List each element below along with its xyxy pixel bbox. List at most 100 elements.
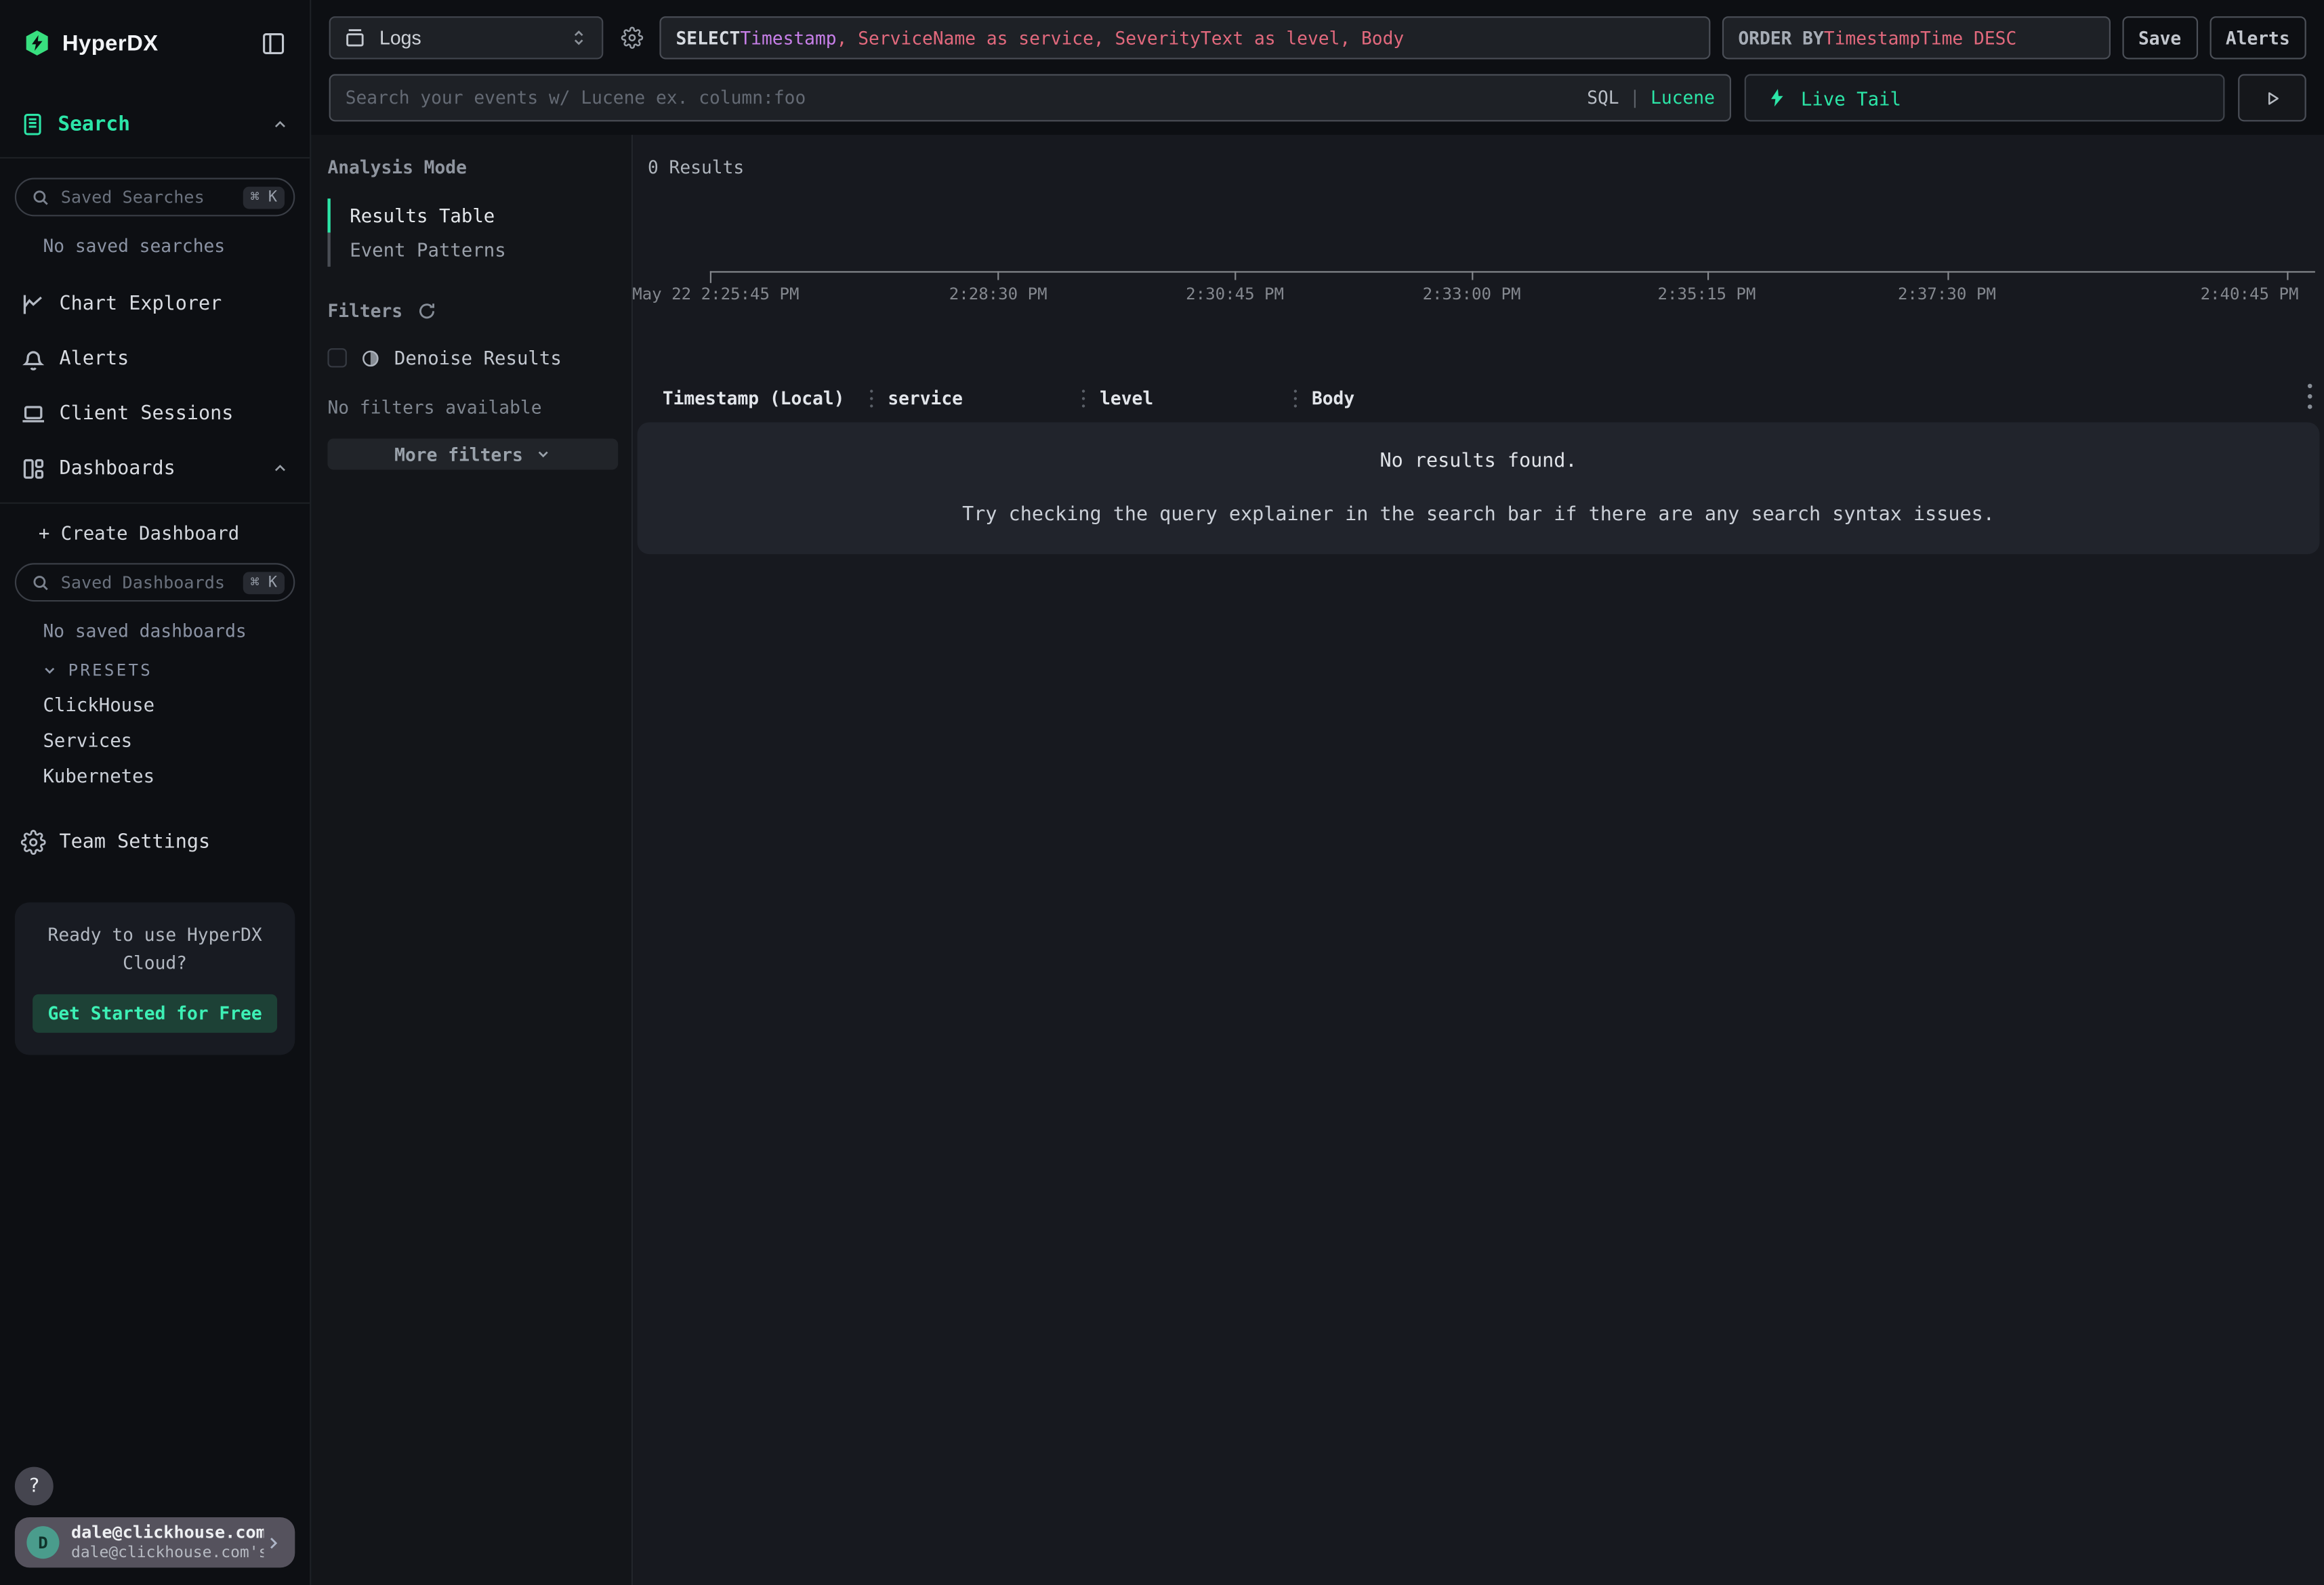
- sidebar-item-chart-explorer[interactable]: Chart Explorer: [0, 287, 310, 320]
- table-options-icon[interactable]: [2308, 384, 2312, 389]
- user-menu[interactable]: D dale@clickhouse.com dale@clickhouse.co…: [15, 1517, 295, 1567]
- filters-label: Filters: [327, 301, 402, 322]
- logs-source-icon: [344, 26, 367, 49]
- content: Analysis Mode Results Table Event Patter…: [311, 135, 2324, 1585]
- denoise-results-option[interactable]: Denoise Results: [327, 347, 618, 369]
- lightning-bolt-icon: [1767, 87, 1788, 108]
- saved-searches-input[interactable]: [61, 187, 243, 208]
- tab-event-patterns[interactable]: Event Patterns: [327, 232, 618, 266]
- denoise-checkbox[interactable]: [327, 348, 346, 367]
- empty-state-title: No results found.: [1379, 450, 1577, 473]
- sidebar-item-search[interactable]: Search: [0, 107, 310, 143]
- preset-kubernetes[interactable]: Kubernetes: [43, 765, 310, 787]
- nav-label: Dashboards: [60, 457, 175, 480]
- get-started-button[interactable]: Get Started for Free: [33, 994, 277, 1033]
- preset-services[interactable]: Services: [43, 729, 310, 751]
- presets-label: PRESETS: [68, 661, 152, 680]
- main-column: Logs SELECT Timestamp , ServiceName as s…: [311, 0, 2324, 1585]
- gear-icon: [620, 26, 642, 49]
- topbar: Logs SELECT Timestamp , ServiceName as s…: [311, 0, 2324, 135]
- mode-divider: |: [1630, 87, 1640, 108]
- results-table-header: Timestamp (Local) service level Body: [648, 381, 2324, 417]
- gear-icon: [21, 829, 46, 854]
- results-count: 0 Results: [648, 157, 2324, 178]
- axis-tick: [1707, 271, 1708, 280]
- time-axis: May 22 2:25:45 PM 2:28:30 PM 2:30:45 PM …: [633, 271, 2324, 318]
- empty-state-panel: No results found. Try checking the query…: [638, 422, 2320, 554]
- filters-panel: Analysis Mode Results Table Event Patter…: [311, 135, 633, 1585]
- source-settings-button[interactable]: [615, 26, 648, 49]
- mode-lucene[interactable]: Lucene: [1651, 87, 1715, 108]
- sidebar-bottom: ? D dale@clickhouse.com dale@clickhouse.…: [0, 1467, 310, 1585]
- axis-tick: [998, 271, 999, 280]
- shortcut-badge: ⌘ K: [243, 186, 285, 209]
- search-icon: [31, 572, 50, 591]
- axis-tick: [2287, 271, 2288, 280]
- laptop-icon: [21, 401, 46, 426]
- run-query-button[interactable]: [2238, 74, 2306, 121]
- tab-results-table[interactable]: Results Table: [327, 198, 618, 232]
- shortcut-badge: ⌘ K: [243, 571, 285, 593]
- refresh-icon[interactable]: [416, 301, 437, 322]
- cloud-promo-card: Ready to use HyperDX Cloud? Get Started …: [15, 902, 295, 1055]
- nav-label: Client Sessions: [60, 402, 234, 425]
- event-search-input[interactable]: [331, 87, 1730, 108]
- live-tail-button[interactable]: Live Tail: [1745, 74, 2225, 121]
- sidebar-item-team-settings[interactable]: Team Settings: [0, 825, 310, 858]
- help-button[interactable]: ?: [15, 1467, 54, 1506]
- chevron-down-icon: [535, 446, 551, 462]
- dashboard-grid-icon: [21, 456, 46, 481]
- hyperdx-logo-icon: [24, 30, 50, 56]
- analysis-mode-label: Analysis Mode: [327, 157, 618, 178]
- denoise-label: Denoise Results: [394, 347, 562, 369]
- divider: [0, 157, 310, 158]
- column-header-level[interactable]: level: [1085, 388, 1293, 409]
- column-header-timestamp[interactable]: Timestamp (Local): [648, 388, 870, 409]
- alerts-button[interactable]: Alerts: [2209, 16, 2306, 59]
- axis-tick-label: 2:33:00 PM: [1423, 284, 1521, 303]
- sidebar-item-alerts[interactable]: Alerts: [0, 342, 310, 375]
- axis-tick-label: May 22 2:25:45 PM: [632, 284, 799, 303]
- sidebar-item-dashboards[interactable]: Dashboards: [0, 452, 310, 484]
- user-team: dale@clickhouse.com's: [71, 1543, 264, 1562]
- chevron-down-icon: [41, 662, 58, 679]
- axis-tick-label: 2:30:45 PM: [1186, 284, 1284, 303]
- analysis-mode-tabs: Results Table Event Patterns: [327, 198, 618, 267]
- more-filters-button[interactable]: More filters: [327, 439, 618, 470]
- no-filters-text: No filters available: [327, 397, 618, 418]
- save-button[interactable]: Save: [2122, 16, 2197, 59]
- axis-tick: [710, 271, 711, 283]
- divider: [0, 503, 310, 504]
- sidebar: HyperDX Search ⌘ K No saved searches: [0, 0, 311, 1585]
- logo-text: HyperDX: [62, 30, 159, 56]
- event-search: SQL | Lucene: [329, 74, 1731, 121]
- column-header-body[interactable]: Body: [1297, 388, 2285, 409]
- no-saved-dashboards-text: No saved dashboards: [43, 621, 310, 642]
- chevron-right-icon: [264, 1533, 283, 1552]
- results-area: 0 Results May 22 2:25:45 PM 2:28:30 PM 2…: [633, 135, 2324, 1585]
- order-by-input[interactable]: ORDER BY TimestampTime DESC: [1722, 16, 2110, 59]
- saved-dashboards-input[interactable]: [61, 572, 243, 593]
- sidebar-collapse-icon[interactable]: [261, 30, 286, 56]
- sql-token-timestamp: Timestamp: [740, 27, 836, 48]
- sql-token-columns: , ServiceName as service, SeverityText a…: [837, 27, 1405, 48]
- sql-token-order: TimestampTime DESC: [1824, 27, 2016, 48]
- journal-search-icon: [21, 112, 45, 136]
- create-dashboard-button[interactable]: + Create Dashboard: [39, 522, 310, 544]
- saved-searches-search[interactable]: ⌘ K: [15, 178, 295, 217]
- query-language-toggle: SQL | Lucene: [1587, 76, 1715, 121]
- source-select[interactable]: Logs: [329, 16, 604, 59]
- saved-dashboards-search[interactable]: ⌘ K: [15, 563, 295, 601]
- user-email: dale@clickhouse.com: [71, 1523, 264, 1543]
- axis-tick-label: 2:28:30 PM: [949, 284, 1047, 303]
- presets-toggle[interactable]: PRESETS: [41, 661, 310, 680]
- sidebar-item-client-sessions[interactable]: Client Sessions: [0, 397, 310, 429]
- preset-clickhouse[interactable]: ClickHouse: [43, 694, 310, 716]
- mode-sql[interactable]: SQL: [1587, 87, 1619, 108]
- cloud-promo-text: Ready to use HyperDX: [33, 922, 277, 950]
- select-columns-input[interactable]: SELECT Timestamp , ServiceName as servic…: [659, 16, 1709, 59]
- live-tail-label: Live Tail: [1801, 87, 1901, 109]
- column-header-service[interactable]: service: [873, 388, 1081, 409]
- denoise-icon: [360, 347, 381, 368]
- nav-label: Alerts: [60, 347, 129, 370]
